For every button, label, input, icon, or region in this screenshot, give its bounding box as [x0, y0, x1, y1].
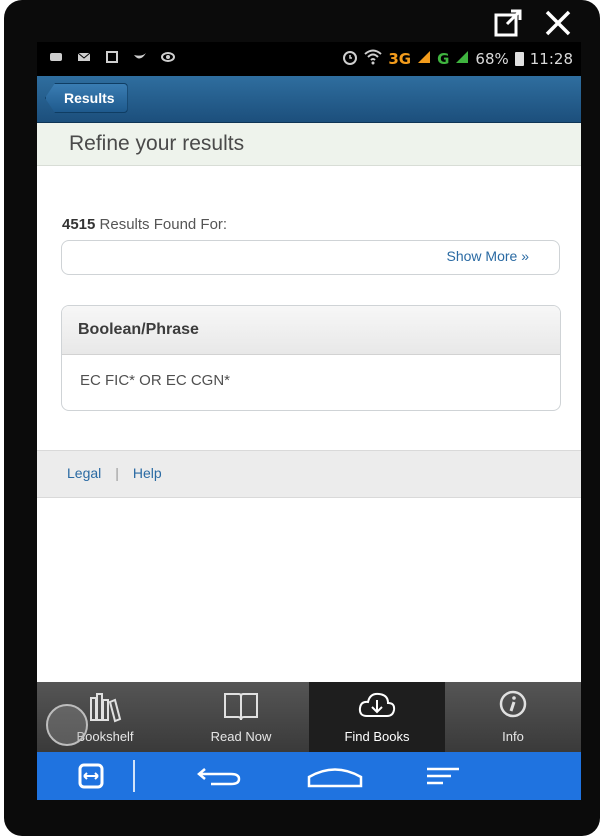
- refine-bar[interactable]: Refine your results: [37, 123, 581, 166]
- clock: 11:28: [529, 50, 573, 68]
- signal-icon: [417, 50, 431, 68]
- tab-bookshelf[interactable]: Bookshelf: [37, 682, 173, 752]
- recent-apps-icon[interactable]: [423, 760, 463, 792]
- notification-icons: [49, 51, 175, 63]
- footer-bar: Legal | Help: [37, 450, 581, 498]
- window-controls: [491, 6, 575, 40]
- results-label: Results Found For:: [95, 216, 228, 233]
- battery-icon: [514, 52, 524, 66]
- device-frame: 3G G 68% 11:28 Results Refine your resul…: [0, 0, 605, 839]
- app-header: Results: [37, 76, 581, 123]
- phone-screen: 3G G 68% 11:28 Results Refine your resul…: [37, 42, 581, 800]
- tab-read-now[interactable]: Read Now: [173, 682, 309, 752]
- refine-title: Refine your results: [69, 132, 245, 155]
- boolean-query: EC FIC* OR EC CGN*: [80, 372, 231, 389]
- network-3g-label: 3G: [388, 50, 412, 68]
- bottom-tab-bar: Bookshelf Read Now Find Books Info: [37, 682, 581, 752]
- boolean-heading: Boolean/Phrase: [62, 306, 560, 355]
- tab-label-find-books: Find Books: [344, 729, 410, 744]
- network-g-label: G: [437, 50, 450, 68]
- cloud-download-icon: [357, 688, 397, 724]
- search-terms-box: Show More »: [61, 240, 560, 275]
- android-nav-bar: [37, 752, 581, 800]
- tab-find-books[interactable]: Find Books: [309, 682, 445, 752]
- tab-info[interactable]: Info: [445, 682, 581, 752]
- boolean-card: Boolean/Phrase EC FIC* OR EC CGN*: [61, 305, 561, 411]
- storage-icon: [105, 51, 119, 63]
- home-nav-icon[interactable]: [305, 760, 363, 792]
- footer-separator: |: [115, 465, 119, 481]
- tab-label-read-now: Read Now: [210, 729, 272, 744]
- bird-icon: [133, 51, 147, 63]
- back-nav-icon[interactable]: [191, 760, 241, 792]
- open-book-icon: [221, 688, 261, 724]
- back-button[interactable]: Results: [45, 83, 128, 113]
- info-icon: [493, 688, 533, 724]
- help-link[interactable]: Help: [133, 465, 162, 481]
- popout-icon[interactable]: [491, 6, 525, 40]
- tab-label-info: Info: [502, 729, 524, 744]
- teamviewer-icon[interactable]: [71, 760, 111, 792]
- battery-percent: 68%: [475, 50, 509, 68]
- bookshelf-icon: [85, 688, 125, 724]
- notification-icon: [49, 51, 63, 63]
- status-bar: 3G G 68% 11:28: [37, 42, 581, 76]
- signal-icon: [455, 50, 469, 68]
- alarm-icon: [342, 49, 358, 69]
- nav-separator: [133, 760, 135, 792]
- results-count: 4515: [62, 216, 96, 233]
- results-found-text: 4515 Results Found For:: [62, 216, 227, 233]
- system-status: 3G G 68% 11:28: [342, 49, 573, 69]
- footer-links: Legal | Help: [67, 465, 162, 481]
- legal-link[interactable]: Legal: [67, 465, 101, 481]
- wifi-icon: [364, 49, 383, 69]
- show-more-link[interactable]: Show More »: [447, 248, 529, 264]
- close-icon[interactable]: [541, 6, 575, 40]
- mail-icon: [77, 51, 91, 63]
- touch-indicator: [46, 704, 88, 746]
- eye-icon: [161, 51, 175, 63]
